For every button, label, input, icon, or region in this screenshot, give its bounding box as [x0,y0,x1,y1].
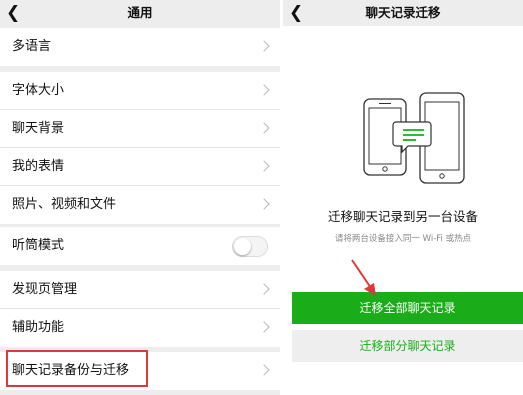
chevron-right-icon [258,364,270,376]
chevron-right-icon [258,160,270,172]
settings-item-label: 字体大小 [12,83,65,98]
settings-item-label: 多语言 [12,39,52,54]
toggle-knob [234,238,251,255]
chevron-right-icon [258,40,270,52]
settings-item-label: 辅助功能 [12,320,65,335]
settings-item-label: 听筒模式 [12,238,65,253]
settings-item-earpiece-mode: 听筒模式 [0,227,280,265]
chat-migration-screen: ❮ 聊天记录迁移 迁移聊天记录到另一台设备 请将两台设备接入同一 Wi-Fi 或… [283,0,523,395]
chevron-right-icon [258,84,270,96]
settings-item-label: 照片、视频和文件 [12,197,117,212]
chevron-right-icon [258,283,270,295]
settings-item-label: 我的表情 [12,159,65,174]
settings-item-label: 发现页管理 [12,282,78,297]
page-title: 聊天记录迁移 [365,5,441,20]
red-arrow-icon [351,259,376,296]
settings-group-discover: 发现页管理 辅助功能 [0,271,280,347]
page-title: 通用 [127,5,153,20]
highlight-box [6,350,148,387]
settings-item-media-files[interactable]: 照片、视频和文件 [0,186,280,224]
migrate-partial-button[interactable]: 迁移部分聊天记录 [292,330,523,362]
settings-item-chat-background[interactable]: 聊天背景 [0,110,280,148]
settings-group-language: 多语言 [0,28,280,66]
chevron-right-icon [258,198,270,210]
settings-general-screen: ❮ 通用 多语言 字体大小 聊天背景 我的表情 照片、视频和文件 听筒模式 发现… [0,0,280,395]
settings-group-earpiece: 听筒模式 [0,227,280,265]
settings-item-language[interactable]: 多语言 [0,28,280,66]
chevron-right-icon [258,122,270,134]
migration-headline: 迁移聊天记录到另一台设备 [327,209,478,224]
migrate-all-button[interactable]: 迁移全部聊天记录 [292,292,523,324]
two-phones-illustration [363,92,465,184]
settings-item-font-size[interactable]: 字体大小 [0,72,280,110]
settings-item-label: 聊天背景 [12,121,65,136]
nav-bar: ❮ 聊天记录迁移 [283,0,523,26]
settings-group-display: 字体大小 聊天背景 我的表情 照片、视频和文件 [0,72,280,224]
chevron-right-icon [258,321,270,333]
settings-item-my-stickers[interactable]: 我的表情 [0,148,280,186]
settings-item-discover-management[interactable]: 发现页管理 [0,271,280,309]
settings-item-accessibility[interactable]: 辅助功能 [0,309,280,347]
nav-bar: ❮ 通用 [0,0,280,26]
earpiece-mode-toggle[interactable] [232,236,268,257]
migration-hint: 请将两台设备接入同一 Wi-Fi 或热点 [334,234,472,244]
